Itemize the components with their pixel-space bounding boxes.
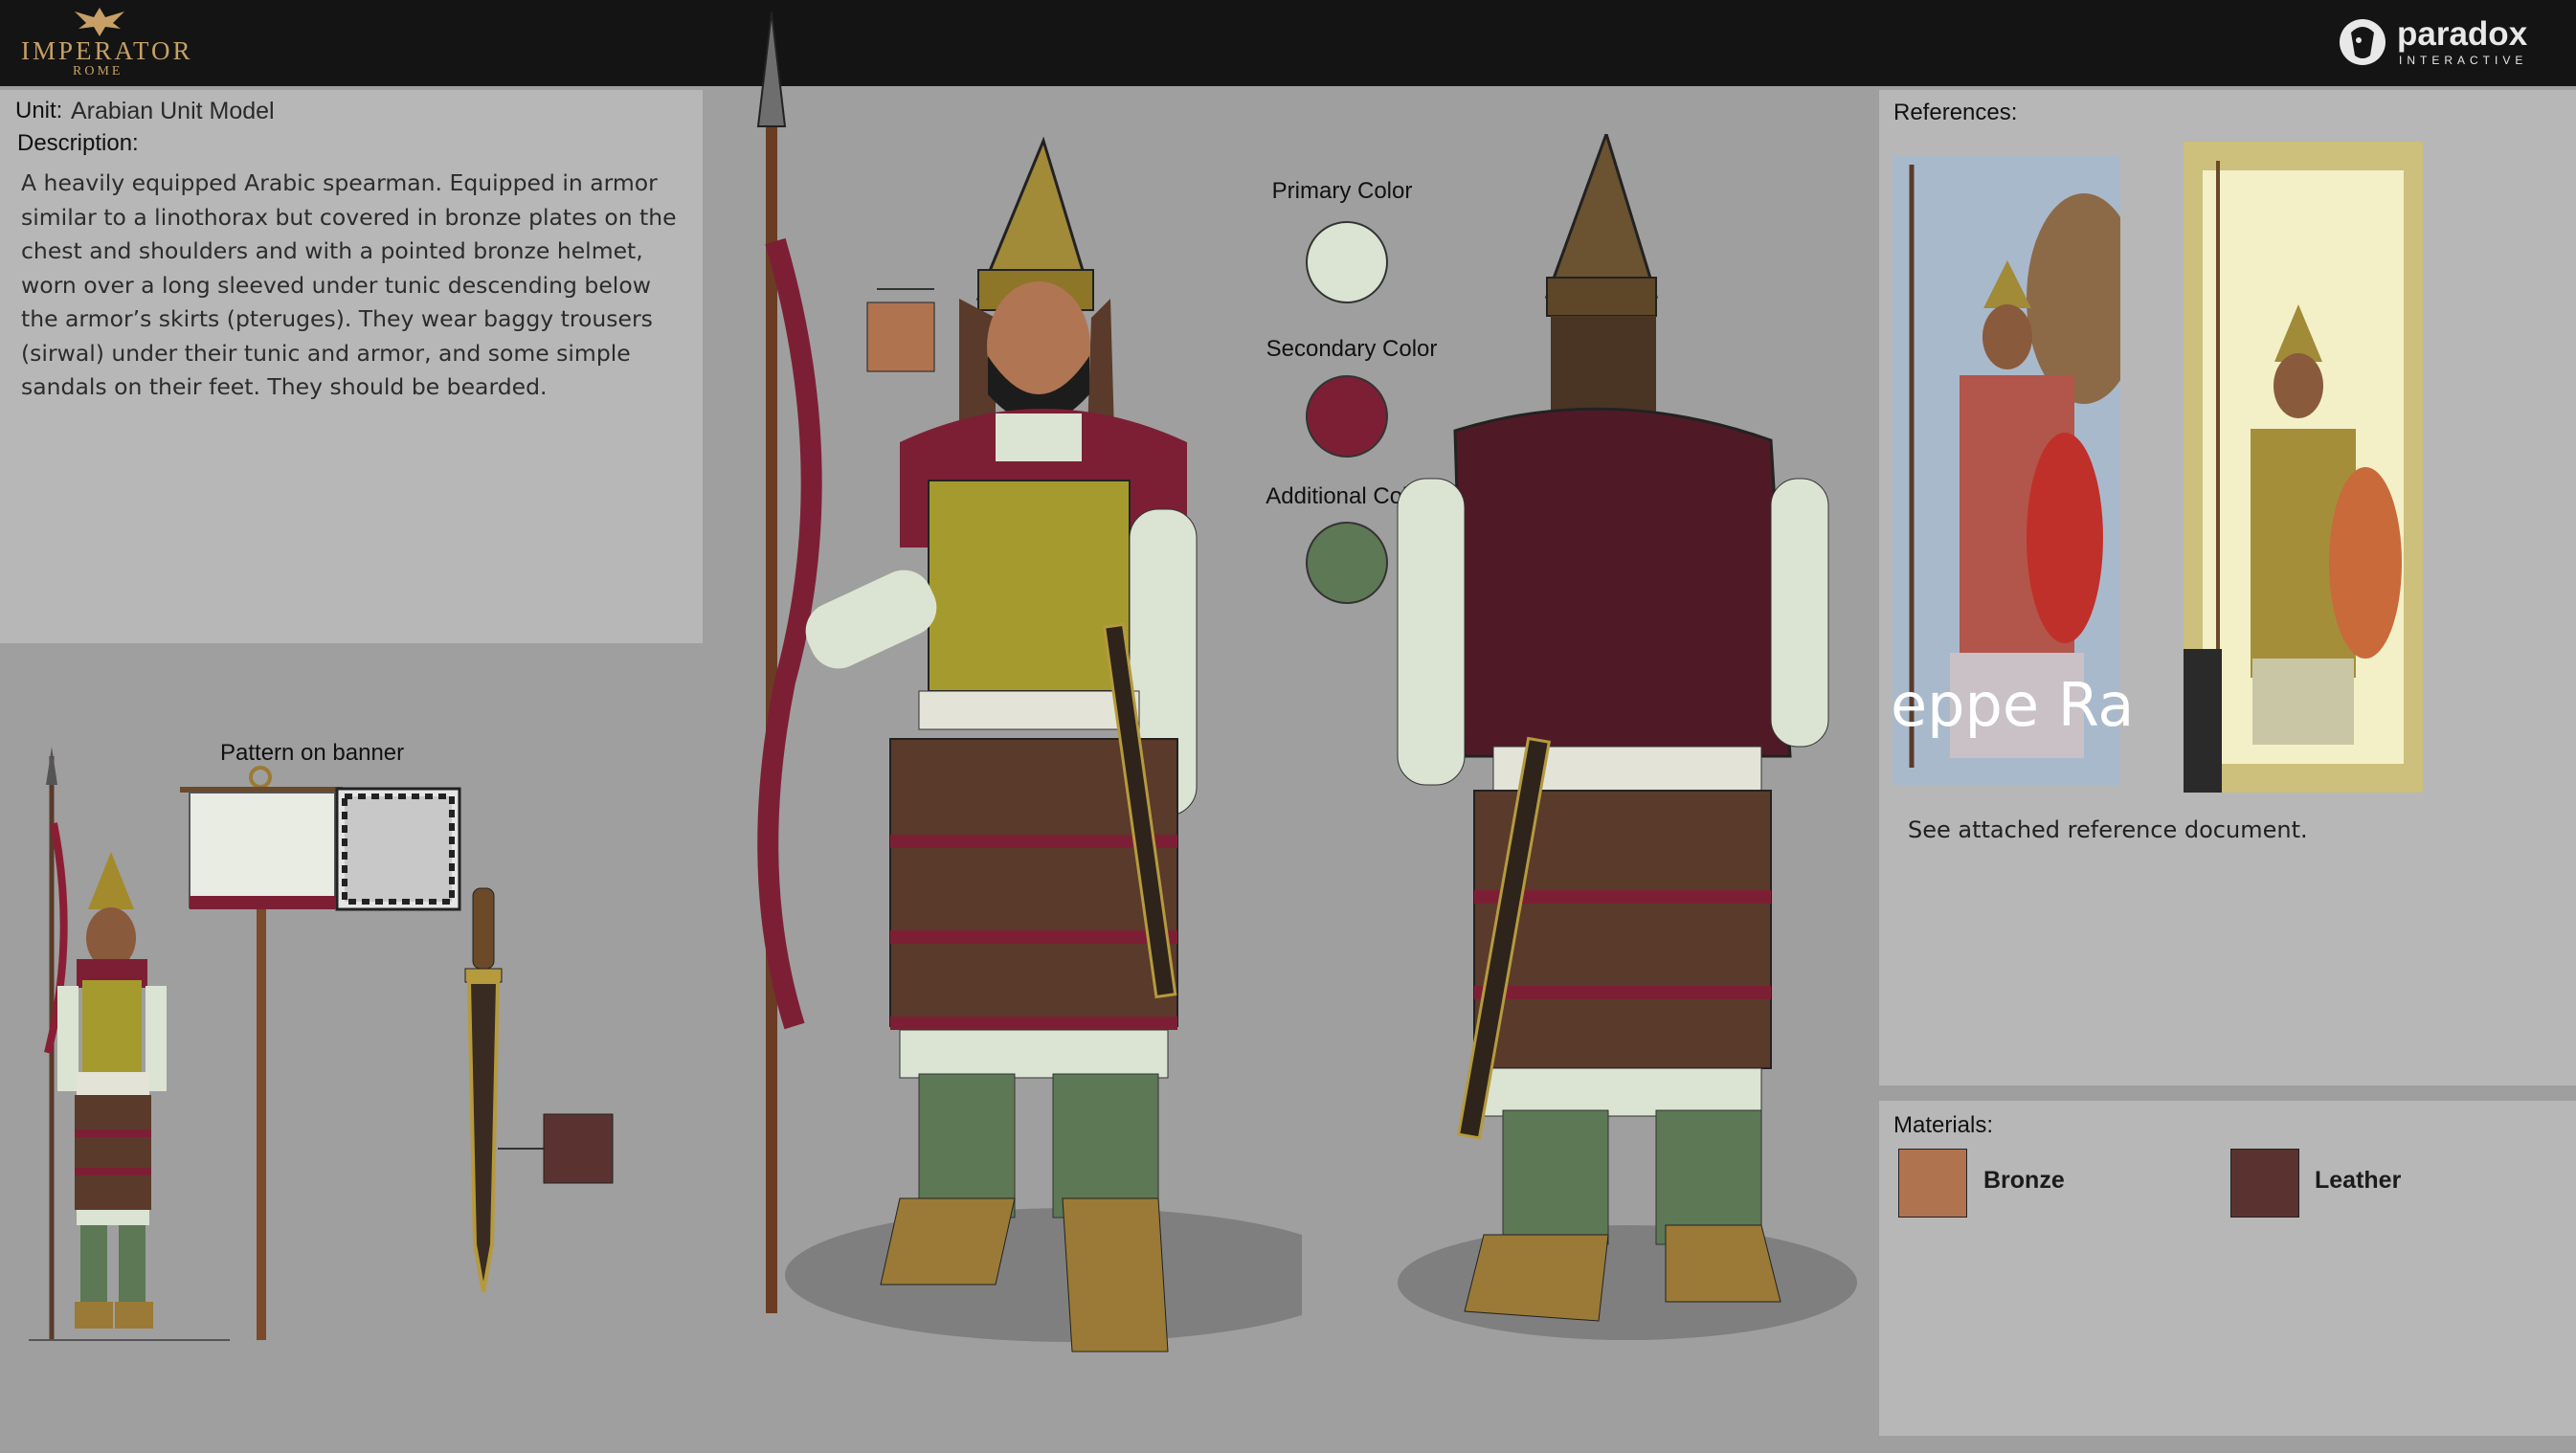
publisher-subtitle: INTERACTIVE: [2399, 54, 2528, 67]
additional-color-swatch: [1306, 522, 1388, 604]
materials-panel: [1879, 1101, 2576, 1436]
reference-image-2[interactable]: [2184, 142, 2423, 793]
description-label: Description:: [17, 130, 139, 156]
banner-pattern-label: Pattern on banner: [220, 740, 405, 766]
unit-name: Arabian Unit Model: [71, 98, 275, 124]
publisher-name: paradox: [2397, 15, 2528, 53]
materials-label: Materials:: [1893, 1112, 1994, 1138]
secondary-color-swatch: [1306, 375, 1388, 458]
back-figure-illustration: [1397, 134, 1857, 1340]
reference-painting-spearman: [2184, 142, 2423, 793]
references-label: References:: [1893, 100, 2018, 125]
primary-color-swatch: [1306, 221, 1388, 303]
leather-material-label: Leather: [2315, 1167, 2402, 1194]
reference-overlay-text: eppe Ra: [1891, 670, 2135, 740]
front-figure-illustration: [756, 11, 1302, 1352]
paradox-head-icon: [2340, 19, 2386, 65]
logo-title: IMPERATOR: [21, 36, 193, 65]
leather-material-swatch: [2230, 1149, 2299, 1218]
paradox-logo: paradox INTERACTIVE: [2336, 13, 2565, 71]
logo-subtitle: ROME: [73, 64, 123, 78]
reference-caption: See attached reference document.: [1908, 816, 2308, 843]
banner-illustration: [180, 766, 461, 1340]
leather-swatch-sword: [543, 1113, 614, 1184]
unit-label: Unit:: [15, 98, 63, 123]
bronze-swatch-helmet: [866, 302, 935, 372]
description-text: A heavily equipped Arabic spearman. Equi…: [21, 169, 677, 400]
bronze-material-label: Bronze: [1983, 1167, 2065, 1194]
bronze-material-swatch: [1898, 1149, 1967, 1218]
imperator-rome-logo: IMPERATOR ROME: [13, 4, 190, 82]
sword-illustration: [464, 887, 614, 1293]
